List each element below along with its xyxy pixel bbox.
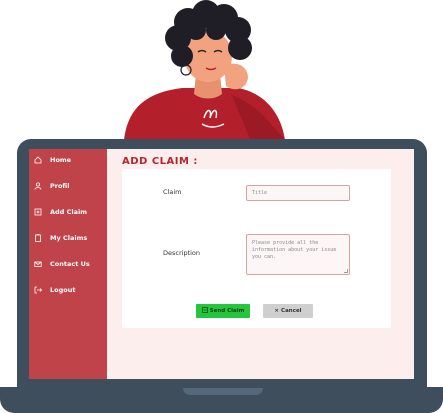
sidebar-item-logout[interactable]: Logout <box>29 281 107 299</box>
laptop-screen: Home Profil Add Claim My Claims Contact … <box>29 149 414 379</box>
mail-icon <box>32 258 44 270</box>
sidebar: Home Profil Add Claim My Claims Contact … <box>29 149 107 379</box>
user-icon <box>32 180 44 192</box>
clipboard-icon <box>32 232 44 244</box>
send-icon <box>201 307 208 315</box>
description-textarea[interactable] <box>246 234 350 275</box>
description-label: Description <box>163 249 201 257</box>
cancel-button[interactable]: × Cancel <box>263 304 313 318</box>
sidebar-item-profil[interactable]: Profil <box>29 177 107 195</box>
laptop-notch <box>183 388 263 395</box>
sidebar-item-home[interactable]: Home <box>29 151 107 169</box>
sidebar-item-label: Add Claim <box>50 208 87 216</box>
close-icon: × <box>274 308 280 314</box>
person-illustration <box>124 0 285 140</box>
send-claim-button[interactable]: Send Claim <box>196 304 250 318</box>
sidebar-item-label: My Claims <box>50 234 88 242</box>
sidebar-item-label: Profil <box>50 182 70 190</box>
send-claim-label: Send Claim <box>209 308 245 314</box>
sidebar-item-contact-us[interactable]: Contact Us <box>29 255 107 273</box>
sidebar-item-label: Logout <box>50 286 76 294</box>
sidebar-item-add-claim[interactable]: Add Claim <box>29 203 107 221</box>
claim-title-input[interactable] <box>246 185 350 201</box>
claim-form-card: Claim Description Send Claim × Cancel <box>122 169 391 328</box>
logout-icon <box>32 284 44 296</box>
add-document-icon <box>32 206 44 218</box>
page-title: ADD CLAIM : <box>122 156 198 167</box>
home-icon <box>32 154 44 166</box>
sidebar-item-label: Contact Us <box>50 260 90 268</box>
claim-label: Claim <box>163 188 182 196</box>
resize-handle[interactable] <box>344 269 348 273</box>
sidebar-item-label: Home <box>50 156 72 164</box>
cancel-label: Cancel <box>281 308 302 314</box>
sidebar-item-my-claims[interactable]: My Claims <box>29 229 107 247</box>
